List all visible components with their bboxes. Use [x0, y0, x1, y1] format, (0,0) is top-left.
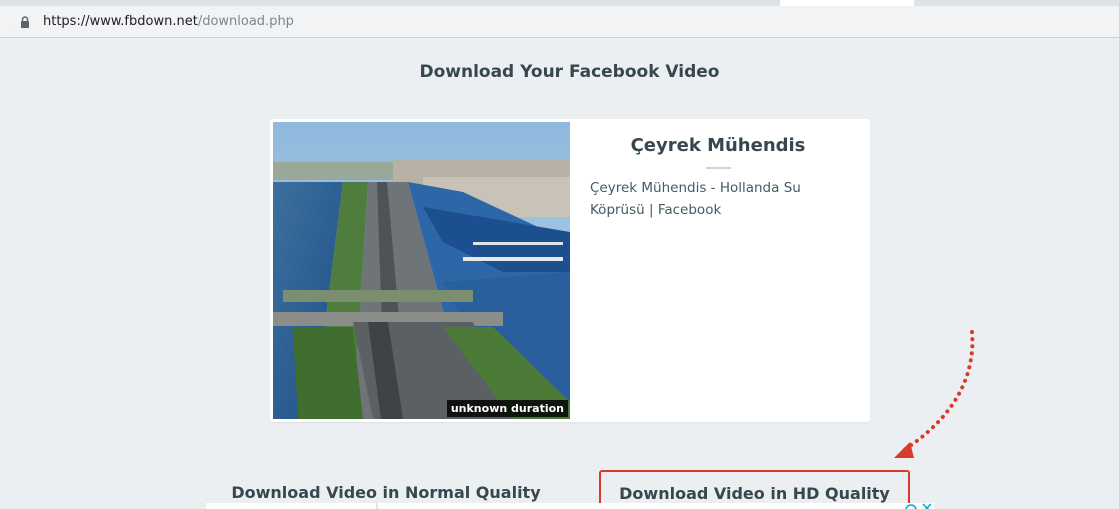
duration-badge: unknown duration — [446, 400, 568, 417]
annotation-arrow-icon — [894, 330, 975, 458]
url-text[interactable]: https://www.fbdown.net/download.php — [43, 14, 294, 29]
divider — [706, 167, 731, 169]
video-card: unknown duration Çeyrek Mühendis Çeyrek … — [270, 119, 870, 422]
ad-divider — [376, 503, 378, 509]
page-title: Download Your Facebook Video — [419, 62, 720, 82]
aqueduct-aerial-image — [273, 122, 570, 419]
ad-close-icon[interactable] — [921, 503, 933, 509]
video-thumbnail[interactable]: unknown duration — [273, 122, 570, 419]
video-description: Çeyrek Mühendis - Hollanda Su Köprüsü | … — [590, 180, 801, 218]
lock-icon[interactable] — [20, 16, 30, 28]
ad-banner[interactable] — [206, 503, 934, 509]
download-normal-quality-button[interactable]: Download Video in Normal Quality — [216, 470, 556, 506]
video-author: Çeyrek Mühendis — [630, 135, 806, 156]
download-hd-quality-button[interactable]: Download Video in HD Quality — [599, 470, 910, 507]
url-field[interactable]: https://www.fbdown.net/download.php — [6, 8, 1119, 35]
url-path: /download.php — [197, 14, 294, 29]
ad-choices-icon[interactable] — [904, 503, 918, 509]
address-bar: https://www.fbdown.net/download.php — [0, 6, 1119, 38]
url-host: https://www.fbdown.net — [43, 14, 198, 29]
